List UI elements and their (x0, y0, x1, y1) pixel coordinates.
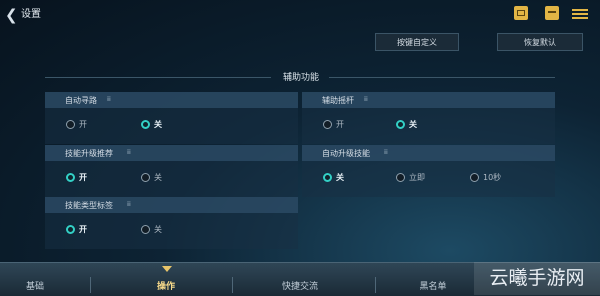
radio-selected-icon[interactable] (66, 225, 75, 234)
setting-label: 技能升级推荐 (65, 149, 113, 158)
tab-controls[interactable]: 操作 (131, 279, 201, 292)
option-label: 开 (79, 173, 87, 182)
radio-icon[interactable] (396, 173, 405, 182)
info-icon[interactable]: ⅲ (127, 149, 131, 156)
keybind-custom-button[interactable]: 按键自定义 (375, 33, 459, 51)
option-label: 关 (154, 120, 162, 129)
setting-label: 自动升级技能 (322, 149, 370, 158)
tab-basic[interactable]: 基础 (0, 279, 70, 292)
top-bar: ❮ 设置 (0, 0, 600, 30)
setting-skill-upgrade-recommend: 技能升级推荐 ⅲ 开 关 (45, 145, 298, 197)
setting-label: 自动寻路 (65, 96, 97, 105)
page-title: 设置 (21, 9, 41, 20)
tab-divider (232, 277, 233, 293)
option-label: 关 (409, 120, 417, 129)
radio-icon[interactable] (66, 120, 75, 129)
radio-selected-icon[interactable] (141, 120, 150, 129)
reset-default-button[interactable]: 恢复默认 (497, 33, 583, 51)
info-icon[interactable]: ⅲ (364, 96, 368, 103)
info-icon[interactable]: ⅲ (127, 201, 131, 208)
divider (329, 77, 555, 78)
info-icon[interactable]: ⅲ (107, 96, 111, 103)
chat-message-icon[interactable] (545, 6, 559, 20)
radio-selected-icon[interactable] (323, 173, 332, 182)
setting-label: 辅助摇杆 (322, 96, 354, 105)
option-label: 关 (154, 225, 162, 234)
option-label: 开 (79, 120, 87, 129)
radio-selected-icon[interactable] (396, 120, 405, 129)
option-label: 关 (336, 173, 344, 182)
divider (45, 77, 271, 78)
option-label: 开 (336, 120, 344, 129)
setting-skill-type-label: 技能类型标签 ⅲ 开 关 (45, 197, 298, 249)
tab-quick-chat[interactable]: 快捷交流 (265, 279, 335, 292)
setting-auto-upgrade-skill: 自动升级技能 ⅲ 关 立即 10秒 (302, 145, 555, 197)
task-calendar-icon[interactable] (514, 6, 528, 20)
radio-icon[interactable] (141, 225, 150, 234)
setting-assist-joystick: 辅助摇杆 ⅲ 开 关 (302, 92, 555, 144)
option-label: 开 (79, 225, 87, 234)
tab-divider (375, 277, 376, 293)
menu-icon[interactable] (572, 7, 588, 19)
section-header: 辅助功能 (45, 67, 555, 83)
active-tab-indicator-icon (162, 266, 172, 272)
option-label: 10秒 (483, 173, 502, 182)
option-label: 关 (154, 173, 162, 182)
option-label: 立即 (409, 173, 425, 182)
radio-icon[interactable] (470, 173, 479, 182)
section-title: 辅助功能 (282, 73, 319, 83)
back-arrow-icon[interactable]: ❮ (5, 7, 19, 23)
setting-auto-pathfinding: 自动寻路 ⅲ 开 关 (45, 92, 298, 144)
watermark-logo: 云曦手游网 (474, 262, 600, 295)
radio-selected-icon[interactable] (66, 173, 75, 182)
radio-icon[interactable] (141, 173, 150, 182)
info-icon[interactable]: ⅲ (384, 149, 388, 156)
setting-label: 技能类型标签 (65, 201, 113, 210)
radio-icon[interactable] (323, 120, 332, 129)
tab-divider (90, 277, 91, 293)
tab-blacklist[interactable]: 黑名单 (398, 279, 468, 292)
